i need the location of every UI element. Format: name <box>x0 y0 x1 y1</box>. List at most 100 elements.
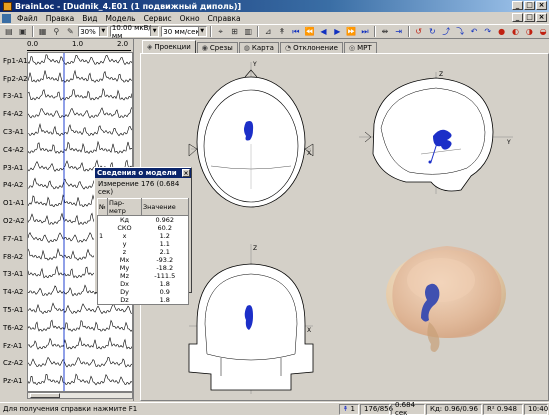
speed-select[interactable]: 30 мм/сек ▼ <box>161 26 207 37</box>
table-row[interactable]: Mz -111.5 <box>98 272 189 280</box>
document-icon[interactable] <box>2 13 11 23</box>
menu-view[interactable]: Вид <box>78 14 101 23</box>
next-fast-icon[interactable]: ⏩ <box>345 26 357 38</box>
graph-icon[interactable]: ⊿ <box>262 26 274 38</box>
zoom-select[interactable]: 30% ▼ <box>78 26 108 37</box>
status-time: 0.684 сек <box>391 401 425 415</box>
channel-label: Pz-A1 <box>3 377 23 386</box>
table-row[interactable]: 1 x 1.2 <box>98 232 189 240</box>
head-back-icon[interactable]: ◒ <box>537 26 549 38</box>
table-row[interactable]: y 1.1 <box>98 240 189 248</box>
projection-view[interactable]: Y X Y Z Z X <box>140 53 549 401</box>
doc-restore-button[interactable]: □ <box>524 13 535 22</box>
table-cell: 60.2 <box>157 224 172 232</box>
menu-window[interactable]: Окно <box>176 14 204 23</box>
table-row[interactable]: z 2.1 <box>98 248 189 256</box>
montage-icon[interactable]: ▥ <box>242 26 254 38</box>
eeg-trace <box>27 54 133 66</box>
filter-icon[interactable]: ⚲ <box>51 26 63 38</box>
tab-map[interactable]: ◍ Карта <box>238 42 279 53</box>
print-icon[interactable]: ▦ <box>37 26 49 38</box>
status-r2: R² 0.948 <box>483 403 523 415</box>
head-side-icon[interactable]: ◐ <box>510 26 522 38</box>
rotate-cw-icon[interactable]: ↷ <box>482 26 494 38</box>
menu-model[interactable]: Модель <box>102 14 140 23</box>
menu-edit[interactable]: Правка <box>42 14 79 23</box>
table-cell <box>98 248 108 256</box>
mri-icon: ◎ <box>348 44 356 52</box>
column-header[interactable]: Значение <box>141 198 189 216</box>
tools-icon[interactable]: ✎ <box>64 26 76 38</box>
rotate-ccw-icon[interactable]: ↶ <box>468 26 480 38</box>
window-title: BrainLoc - [Dudnik_4.E01 (1 подвижный ди… <box>15 1 242 11</box>
measurement-label: Измерение 176 (0.684 сек) <box>98 180 180 196</box>
projections-svg: Y X Y Z Z X <box>188 61 513 394</box>
prev-fast-icon[interactable]: ⏪ <box>304 26 316 38</box>
first-icon[interactable]: ⏮ <box>290 26 302 38</box>
tab-deviation[interactable]: ◔ Отклонение <box>279 42 343 53</box>
eeg-horizontal-scrollbar[interactable] <box>27 392 133 399</box>
view-tabs: ◈ Проекции ◉ Срезы ◍ Карта ◔ Отклонение ◎ МРТ <box>140 40 549 53</box>
table-row[interactable]: Mx -93.2 <box>98 256 189 264</box>
model-params-table: № Пар-метр Значение Кд 0.962 СКО 60.2 1 x 1.2 y… <box>97 198 189 305</box>
menu-service[interactable]: Сервис <box>140 14 176 23</box>
sagittal-projection[interactable]: Y Z <box>359 71 513 194</box>
head-icon[interactable]: ● <box>496 26 508 38</box>
sensitivity-select[interactable]: 10.00 мкВ/мм ▼ <box>109 24 160 40</box>
table-row[interactable]: Dy 0.9 <box>98 288 189 296</box>
head-3d-render[interactable] <box>386 246 506 352</box>
channel-label: O1-A1 <box>3 199 25 208</box>
minimize-button[interactable]: _ <box>512 1 523 10</box>
eeg-trace <box>27 373 133 386</box>
menu-file[interactable]: Файл <box>13 14 42 23</box>
status-clock: 10:40 <box>524 403 548 415</box>
axis-label: X <box>307 150 311 157</box>
tab-projections[interactable]: ◈ Проекции <box>142 40 196 53</box>
eeg-trace <box>27 69 133 83</box>
tab-mri[interactable]: ◎ МРТ <box>343 42 377 53</box>
dialog-close-icon[interactable]: × <box>182 169 190 177</box>
column-header[interactable]: № <box>97 198 108 216</box>
range-icon[interactable]: ⇹ <box>379 26 391 38</box>
table-row[interactable]: Dx 1.8 <box>98 280 189 288</box>
table-cell: Mz <box>119 272 130 280</box>
cursor-icon[interactable]: ⌖ <box>215 26 227 38</box>
table-cell <box>98 256 108 264</box>
last-icon[interactable]: ⏭ <box>359 26 371 38</box>
dialog-title-bar[interactable]: Сведения о модели × <box>95 168 191 178</box>
table-cell: 0.962 <box>155 216 175 224</box>
maximize-button[interactable]: □ <box>524 1 535 10</box>
eeg-trace <box>27 107 133 119</box>
table-row[interactable]: Кд 0.962 <box>98 216 189 224</box>
coronal-projection[interactable]: Z X <box>188 244 314 394</box>
next-icon[interactable]: ▶ <box>331 26 343 38</box>
close-button[interactable]: × <box>536 1 547 10</box>
channel-label: Cz-A2 <box>3 359 24 368</box>
open-icon[interactable]: ▤ <box>3 26 15 38</box>
table-row[interactable]: My -18.2 <box>98 264 189 272</box>
channel-label: P3-A1 <box>3 163 24 172</box>
table-row[interactable]: Dz 1.8 <box>98 296 189 305</box>
rotate-left-icon[interactable]: ↺ <box>413 26 425 38</box>
axial-projection[interactable]: Y X <box>188 61 314 208</box>
rotate-right-icon[interactable]: ↻ <box>426 26 438 38</box>
head-front-icon[interactable]: ◑ <box>523 26 535 38</box>
prev-icon[interactable]: ◀ <box>318 26 330 38</box>
doc-minimize-button[interactable]: _ <box>512 13 523 22</box>
doc-close-button[interactable]: × <box>536 13 547 22</box>
save-icon[interactable]: ▣ <box>17 26 29 38</box>
step-icon[interactable]: ⇥ <box>393 26 405 38</box>
menu-bar: Файл Правка Вид Модель Сервис Окно Справ… <box>0 12 549 24</box>
column-header[interactable]: Пар-метр <box>107 198 142 216</box>
speed-value: 30 мм/сек <box>163 27 200 36</box>
dipole-icon[interactable]: ↟ <box>276 26 288 38</box>
rotate-up-icon[interactable]: ⤴ <box>440 26 452 38</box>
menu-help[interactable]: Справка <box>204 14 245 23</box>
marker-icon[interactable]: ⊞ <box>229 26 241 38</box>
toolbar: ▤ ▣ ▦ ⚲ ✎ 30% ▼ 10.00 мкВ/мм ▼ 30 мм/сек ▼ … <box>0 24 549 40</box>
table-row[interactable]: СКО 60.2 <box>98 224 189 232</box>
rotate-down-icon[interactable]: ⤵ <box>454 26 466 38</box>
axis-label: Y <box>506 139 511 146</box>
table-cell: -18.2 <box>156 264 174 272</box>
tab-slices[interactable]: ◉ Срезы <box>196 42 238 53</box>
